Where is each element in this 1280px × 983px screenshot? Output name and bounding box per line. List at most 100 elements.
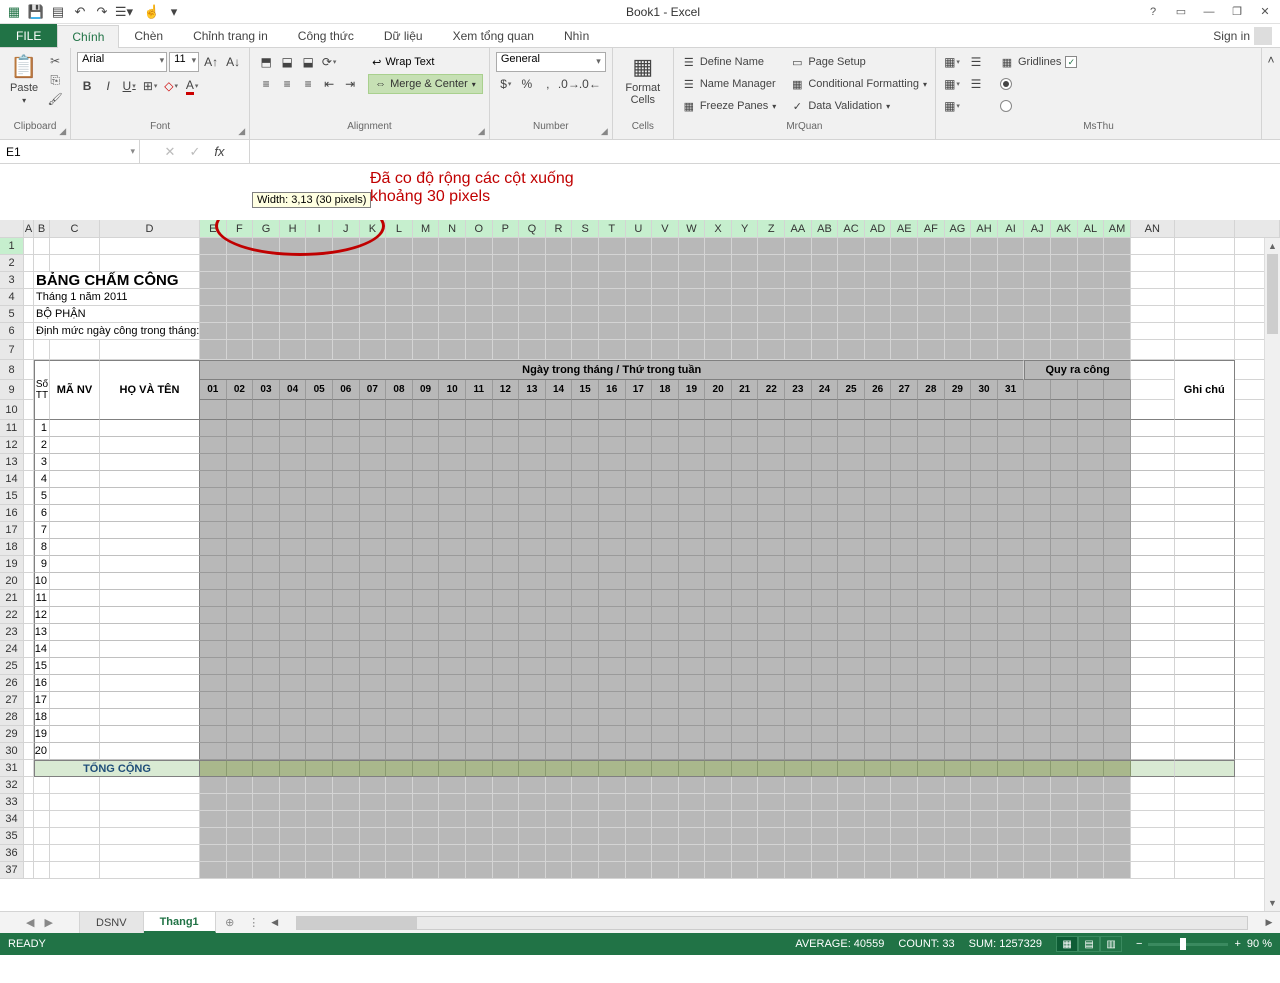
format-cells-button[interactable]: ▦Format Cells [619, 52, 667, 108]
col-head-I[interactable]: I [306, 220, 333, 238]
bold-button[interactable]: B [77, 76, 97, 96]
align-top-button[interactable]: ⬒ [256, 52, 276, 72]
vertical-scrollbar[interactable]: ▲ ▼ [1264, 238, 1280, 911]
enter-formula-button[interactable]: ✓ [189, 144, 200, 160]
font-size-select[interactable]: 11 [169, 52, 199, 72]
format-painter-button[interactable]: 🖌 [46, 90, 64, 108]
sheet-tab-thang1[interactable]: Thang1 [144, 912, 216, 933]
align-center-button[interactable]: ≡ [277, 74, 297, 94]
paste-button[interactable]: 📋Paste▾ [6, 52, 42, 107]
page-break-view-button[interactable]: ▥ [1100, 936, 1122, 952]
tab-xemtongquan[interactable]: Xem tổng quan [438, 24, 549, 47]
normal-view-button[interactable]: ▦ [1056, 936, 1078, 952]
add-sheet-button[interactable]: ⊕ [216, 912, 244, 933]
decrease-indent-button[interactable]: ⇤ [319, 74, 339, 94]
formula-input[interactable] [250, 140, 1280, 163]
zoom-level[interactable]: 90 % [1247, 938, 1272, 950]
excel-icon[interactable]: ▦ [4, 2, 24, 22]
increase-font-button[interactable]: A↑ [201, 52, 221, 72]
gridlines-checkbox[interactable]: ✓ [1065, 56, 1077, 68]
align-middle-button[interactable]: ⬓ [277, 52, 297, 72]
alignment-launcher[interactable]: ◢ [478, 126, 485, 137]
increase-indent-button[interactable]: ⇥ [340, 74, 360, 94]
col-head-E[interactable]: E [200, 220, 227, 238]
comma-button[interactable]: , [538, 74, 558, 94]
minimize-button[interactable]: — [1198, 2, 1220, 22]
spreadsheet-grid[interactable]: ABCDEFGHIJKLMNOPQRSTUVWXYZAAABACADAEAFAG… [0, 220, 1280, 911]
col-head-G[interactable]: G [253, 220, 280, 238]
tab-chinhtrangin[interactable]: Chỉnh trang in [178, 24, 283, 47]
page-setup-button[interactable]: ▭Page Setup [788, 52, 929, 72]
page-layout-view-button[interactable]: ▤ [1078, 936, 1100, 952]
zoom-slider[interactable] [1148, 943, 1228, 946]
qat-unknown-icon[interactable]: ▤ [48, 2, 68, 22]
copy-button[interactable]: ⎘ [46, 71, 64, 89]
ribbon-display-button[interactable]: ▭ [1170, 2, 1192, 22]
tab-chinh[interactable]: Chính [57, 25, 119, 48]
tab-congthuc[interactable]: Công thức [283, 24, 369, 47]
decrease-font-button[interactable]: A↓ [223, 52, 243, 72]
align-right-button[interactable]: ≡ [298, 74, 318, 94]
msthu-radio-2[interactable] [998, 96, 1079, 116]
border-button[interactable]: ⊞ [140, 76, 160, 96]
gridlines-toggle[interactable]: ▦Gridlines✓ [998, 52, 1079, 72]
font-color-button[interactable]: A [182, 76, 202, 96]
align-left-button[interactable]: ≡ [256, 74, 276, 94]
conditional-formatting-button[interactable]: ▦Conditional Formatting▾ [788, 74, 929, 94]
msthu-btn-3[interactable]: ▦ [942, 96, 962, 116]
align-bottom-button[interactable]: ⬓ [298, 52, 318, 72]
msthu-btn-4[interactable]: ☰ [966, 52, 986, 72]
font-name-select[interactable]: Arial [77, 52, 167, 72]
number-launcher[interactable]: ◢ [601, 126, 608, 137]
name-box[interactable]: E1 [0, 140, 140, 163]
sheet-nav[interactable]: ◀▶ [0, 912, 80, 933]
msthu-btn-1[interactable]: ▦ [942, 52, 962, 72]
scroll-thumb[interactable] [1267, 254, 1278, 334]
hscroll-left[interactable]: ◀ [268, 916, 282, 930]
help-button[interactable]: ? [1142, 2, 1164, 22]
increase-decimal-button[interactable]: .0→ [559, 74, 579, 94]
font-launcher[interactable]: ◢ [238, 126, 245, 137]
sign-in[interactable]: Sign in [1205, 24, 1280, 47]
underline-button[interactable]: U [119, 76, 139, 96]
close-button[interactable]: ✕ [1254, 2, 1276, 22]
data-validation-button[interactable]: ✓Data Validation▾ [788, 96, 929, 116]
tab-chen[interactable]: Chèn [119, 24, 178, 47]
italic-button[interactable]: I [98, 76, 118, 96]
tab-dulieu[interactable]: Dữ liệu [369, 24, 438, 47]
sheet-tab-dsnv[interactable]: DSNV [80, 912, 144, 933]
clipboard-launcher[interactable]: ◢ [59, 126, 66, 137]
zoom-in-button[interactable]: + [1234, 938, 1240, 950]
orientation-button[interactable]: ⟳ [319, 52, 339, 72]
col-head-F[interactable]: F [227, 220, 254, 238]
hscroll-right[interactable]: ▶ [1262, 916, 1276, 930]
horizontal-scrollbar[interactable]: ◀ ▶ [264, 912, 1280, 933]
msthu-btn-5[interactable]: ☰ [966, 74, 986, 94]
zoom-out-button[interactable]: − [1136, 938, 1142, 950]
undo-button[interactable]: ↶ [70, 2, 90, 22]
insert-function-button[interactable]: fx [214, 144, 224, 159]
decrease-decimal-button[interactable]: .0← [580, 74, 600, 94]
name-manager-button[interactable]: ☰Name Manager [680, 74, 779, 94]
qat-customize-button[interactable]: ▾ [164, 2, 184, 22]
col-head-H[interactable]: H [280, 220, 307, 238]
redo-button[interactable]: ↷ [92, 2, 112, 22]
define-name-button[interactable]: ☰Define Name [680, 52, 779, 72]
col-head-J[interactable]: J [333, 220, 360, 238]
wrap-text-button[interactable]: ↩Wrap Text [368, 52, 483, 72]
accounting-format-button[interactable]: $ [496, 74, 516, 94]
cancel-formula-button[interactable]: ✕ [165, 144, 176, 160]
tab-nhin[interactable]: Nhìn [549, 24, 604, 47]
percent-button[interactable]: % [517, 74, 537, 94]
msthu-radio-1[interactable] [998, 74, 1079, 94]
merge-center-button[interactable]: ⇔Merge & Center▾ [368, 74, 483, 94]
freeze-panes-button[interactable]: ▦Freeze Panes▾ [680, 96, 779, 116]
qat-more-button[interactable]: ☰▾ [114, 2, 134, 22]
msthu-btn-2[interactable]: ▦ [942, 74, 962, 94]
number-format-select[interactable]: General [496, 52, 606, 72]
scroll-down-button[interactable]: ▼ [1265, 895, 1280, 911]
scroll-up-button[interactable]: ▲ [1265, 238, 1280, 254]
collapse-ribbon-button[interactable]: ˄ [1262, 50, 1280, 70]
cut-button[interactable]: ✂ [46, 52, 64, 70]
restore-button[interactable]: ❐ [1226, 2, 1248, 22]
